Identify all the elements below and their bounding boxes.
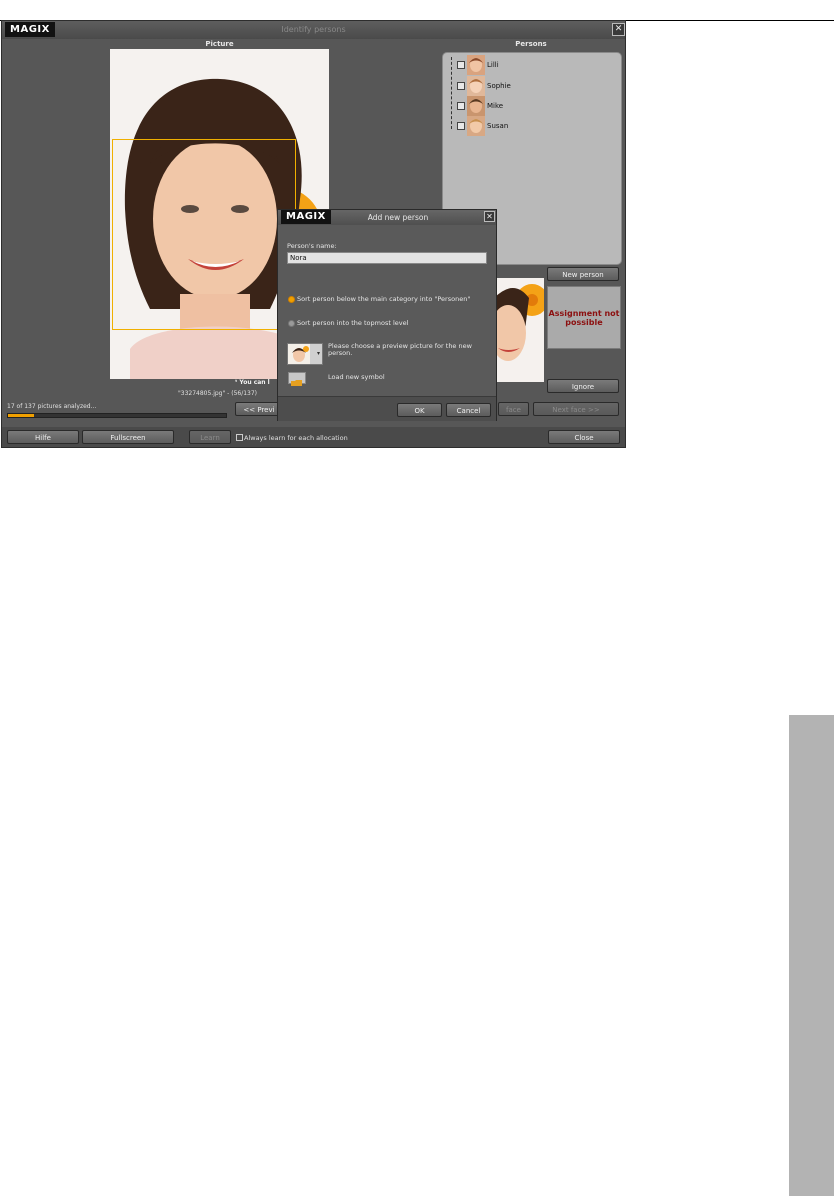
person-name: Susan <box>487 122 509 130</box>
bottom-toolbar: Hilfe Fullscreen Learn Always learn for … <box>2 427 625 447</box>
help-button[interactable]: Hilfe <box>7 430 79 444</box>
person-checkbox[interactable] <box>457 102 465 110</box>
load-symbol-label: Load new symbol <box>328 373 385 381</box>
close-button[interactable]: Close <box>548 430 620 444</box>
progress-text: 17 of 137 pictures analyzed... <box>7 403 97 410</box>
preview-picture-thumbnail <box>288 344 310 364</box>
analysis-progress-bar <box>7 413 227 418</box>
folder-icon <box>291 380 302 386</box>
next-face-button[interactable]: Next face >> <box>533 402 619 416</box>
cancel-button[interactable]: Cancel <box>446 403 491 417</box>
page-side-tab <box>789 715 834 1196</box>
learn-button[interactable]: Learn <box>189 430 231 444</box>
person-item-lilli[interactable]: Lilli <box>457 55 499 75</box>
window-title: Identify persons <box>281 25 346 34</box>
radio-sort-below-label: Sort person below the main category into… <box>297 295 471 303</box>
preview-picture-select[interactable]: ▾ <box>287 343 323 365</box>
analysis-progress-fill <box>8 414 35 417</box>
load-symbol-button[interactable] <box>288 372 306 386</box>
assignment-status: Assignment not possible <box>547 286 621 349</box>
dialog-close-button[interactable]: ✕ <box>484 211 495 222</box>
person-checkbox[interactable] <box>457 82 465 90</box>
person-checkbox[interactable] <box>457 61 465 69</box>
detected-face-box[interactable] <box>112 139 296 330</box>
person-item-sophie[interactable]: Sophie <box>457 76 511 96</box>
ok-button[interactable]: OK <box>397 403 442 417</box>
chevron-down-icon: ▾ <box>316 350 320 357</box>
always-learn-checkbox[interactable] <box>236 434 243 441</box>
fullscreen-button[interactable]: Fullscreen <box>82 430 174 444</box>
person-thumbnail <box>467 76 485 96</box>
face-preview-image <box>494 278 544 382</box>
dialog-titlebar: MAGIX Add new person ✕ <box>278 210 496 225</box>
person-name: Lilli <box>487 61 499 69</box>
window-close-button[interactable]: ✕ <box>612 23 625 36</box>
radio-sort-top-label: Sort person into the topmost level <box>297 319 409 327</box>
tree-connector <box>451 57 452 129</box>
person-thumbnail <box>467 116 485 136</box>
persons-heading: Persons <box>515 40 547 48</box>
dialog-magix-logo: MAGIX <box>281 210 331 224</box>
face-preview <box>494 278 544 382</box>
magix-logo: MAGIX <box>5 22 55 37</box>
window-titlebar: Identify persons MAGIX ✕ <box>2 21 625 39</box>
new-person-button[interactable]: New person <box>547 267 619 281</box>
previous-face-button[interactable]: face <box>498 402 529 416</box>
person-name-input[interactable]: Nora <box>287 252 487 264</box>
hint-text: ᵗ You can l <box>235 379 270 386</box>
person-name: Sophie <box>487 82 511 90</box>
person-name: Mike <box>487 102 504 110</box>
previous-button[interactable]: << Previ <box>235 402 283 416</box>
picture-heading: Picture <box>205 40 234 48</box>
dialog-footer: OK Cancel <box>278 396 496 421</box>
person-name-label: Person's name: <box>287 242 337 250</box>
radio-sort-below[interactable] <box>288 296 295 303</box>
person-item-mike[interactable]: Mike <box>457 96 503 116</box>
radio-sort-top[interactable] <box>288 320 295 327</box>
filename-text: "33274805.jpg" - (56/137) <box>178 390 258 397</box>
preview-picture-text: Please choose a preview picture for the … <box>328 342 472 357</box>
person-thumbnail <box>467 55 485 75</box>
dialog-title: Add new person <box>367 213 429 222</box>
add-person-dialog: MAGIX Add new person ✕ Person's name: No… <box>277 209 497 421</box>
person-item-susan[interactable]: Susan <box>457 116 508 136</box>
ignore-button[interactable]: Ignore <box>547 379 619 393</box>
always-learn-label: Always learn for each allocation <box>244 434 348 442</box>
person-checkbox[interactable] <box>457 122 465 130</box>
person-thumbnail <box>467 96 485 116</box>
